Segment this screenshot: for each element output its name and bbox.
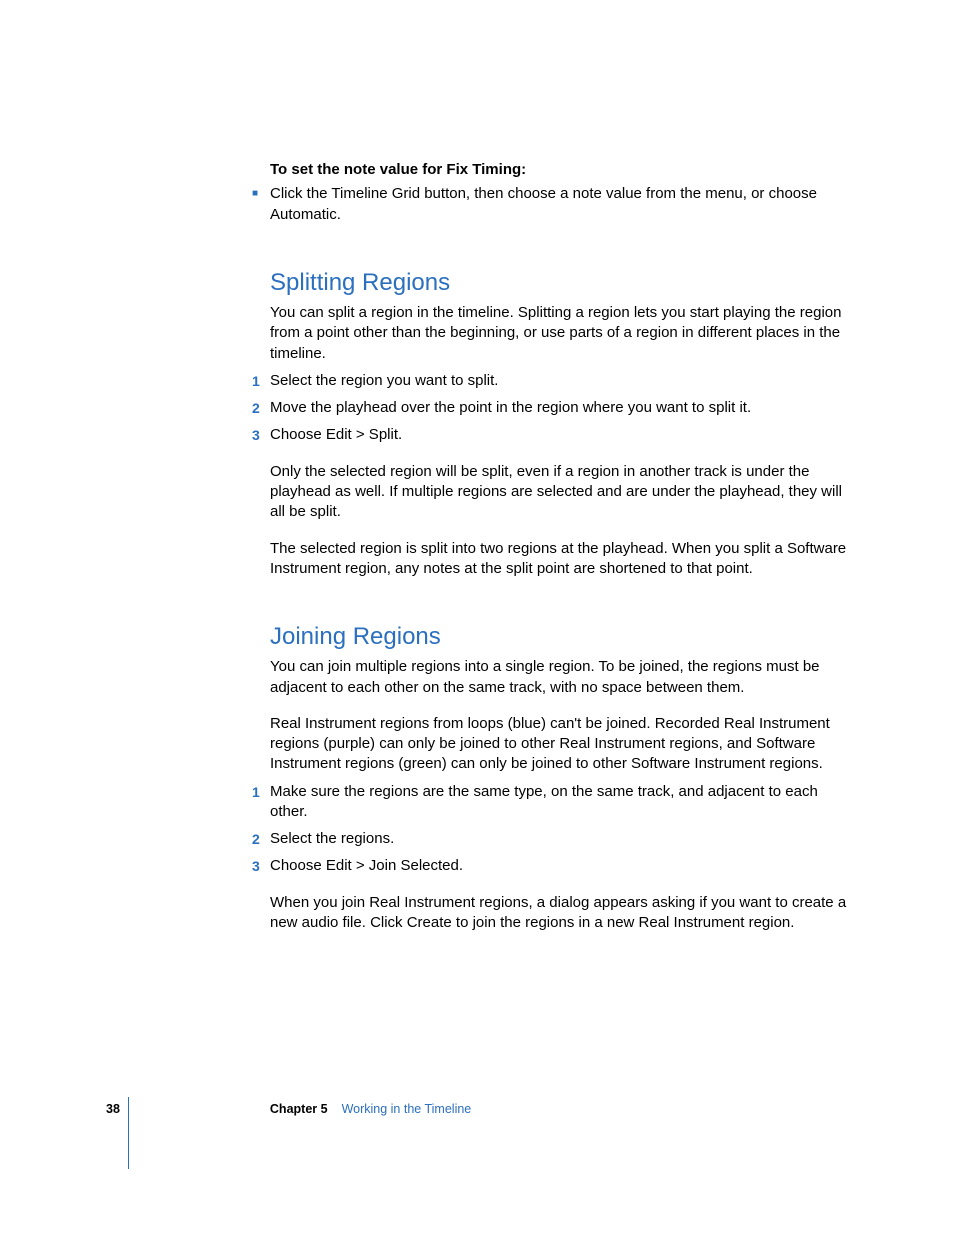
step-text: Choose Edit > Join Selected.	[270, 856, 850, 876]
chapter-label: Chapter 5	[270, 1101, 328, 1118]
bullet-icon: ■	[252, 184, 270, 225]
joining-note: When you join Real Instrument regions, a…	[270, 893, 850, 934]
joining-step-1: 1 Make sure the regions are the same typ…	[270, 782, 850, 823]
footer-rule	[128, 1097, 129, 1169]
splitting-intro: You can split a region in the timeline. …	[270, 303, 850, 364]
step-number: 2	[252, 829, 270, 849]
step-text: Make sure the regions are the same type,…	[270, 782, 850, 823]
joining-heading: Joining Regions	[270, 621, 850, 653]
joining-intro-2: Real Instrument regions from loops (blue…	[270, 714, 850, 775]
fix-timing-bullet-text: Click the Timeline Grid button, then cho…	[270, 184, 850, 225]
joining-step-3: 3 Choose Edit > Join Selected.	[270, 856, 850, 876]
splitting-step-1: 1 Select the region you want to split.	[270, 371, 850, 391]
step-text: Select the region you want to split.	[270, 371, 850, 391]
joining-step-2: 2 Select the regions.	[270, 829, 850, 849]
splitting-step-3: 3 Choose Edit > Split.	[270, 425, 850, 445]
splitting-note-1: Only the selected region will be split, …	[270, 462, 850, 523]
fix-timing-heading: To set the note value for Fix Timing:	[270, 160, 850, 180]
page-footer: 38 Chapter 5 Working in the Timeline	[106, 1101, 471, 1118]
step-text: Select the regions.	[270, 829, 850, 849]
chapter-title: Working in the Timeline	[342, 1101, 472, 1118]
step-number: 1	[252, 371, 270, 391]
fix-timing-bullet: ■ Click the Timeline Grid button, then c…	[270, 184, 850, 225]
splitting-heading: Splitting Regions	[270, 267, 850, 299]
splitting-note-2: The selected region is split into two re…	[270, 539, 850, 580]
step-number: 2	[252, 398, 270, 418]
splitting-step-2: 2 Move the playhead over the point in th…	[270, 398, 850, 418]
step-number: 3	[252, 856, 270, 876]
step-text: Move the playhead over the point in the …	[270, 398, 850, 418]
step-text: Choose Edit > Split.	[270, 425, 850, 445]
joining-intro-1: You can join multiple regions into a sin…	[270, 657, 850, 698]
page-number: 38	[106, 1101, 120, 1118]
step-number: 3	[252, 425, 270, 445]
step-number: 1	[252, 782, 270, 823]
page-content: To set the note value for Fix Timing: ■ …	[270, 160, 850, 937]
